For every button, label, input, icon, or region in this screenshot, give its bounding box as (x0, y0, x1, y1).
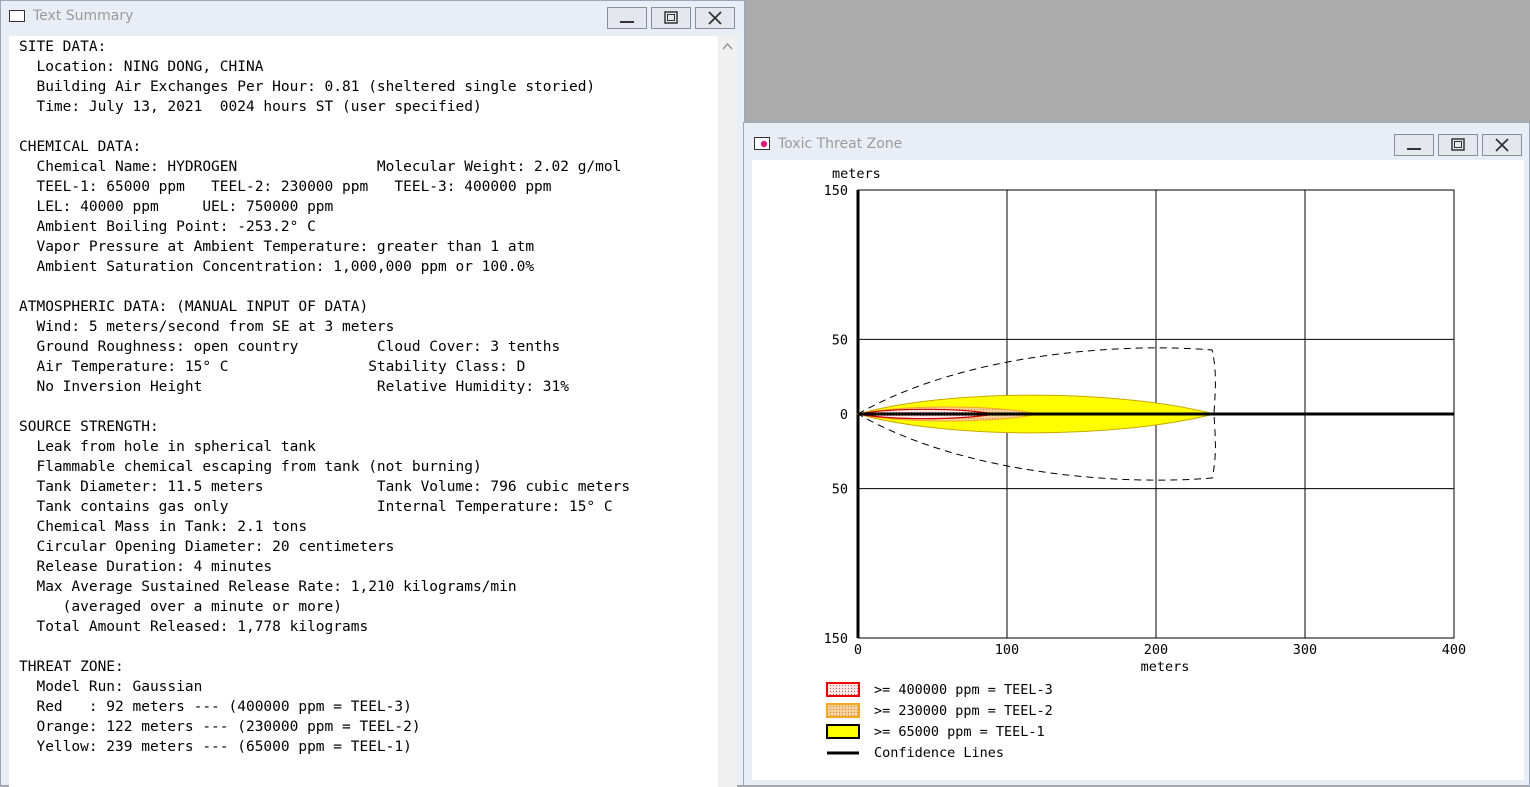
threat-zone-plot: meters meters 0 100 200 300 400 150 50 0 50 150 >… (824, 166, 1467, 761)
summary-line: Wind: 5 meters/second from SE at 3 meter… (19, 319, 395, 335)
legend-label: >= 400000 ppm = TEEL-3 (874, 682, 1053, 698)
summary-line: Max Average Sustained Release Rate: 1,21… (19, 579, 517, 595)
y-tick-label: 150 (824, 631, 848, 647)
window-icon (9, 10, 25, 22)
threat-zone-title: Toxic Threat Zone (778, 136, 903, 152)
summary-line: SOURCE STRENGTH: (19, 419, 159, 435)
scroll-up-icon[interactable] (718, 36, 737, 56)
summary-line: LEL: 40000 ppm UEL: 750000 ppm (19, 199, 334, 215)
summary-line: Tank contains gas only Internal Temperat… (19, 499, 613, 515)
y-tick-label: 0 (840, 407, 848, 423)
summary-line: Vapor Pressure at Ambient Temperature: g… (19, 239, 535, 255)
summary-line: Building Air Exchanges Per Hour: 0.81 (s… (19, 79, 596, 95)
x-tick-label: 200 (1144, 642, 1168, 658)
text-summary-title: Text Summary (33, 8, 134, 24)
x-tick-label: 100 (995, 642, 1019, 658)
legend-label: Confidence Lines (874, 745, 1004, 761)
summary-line: Red : 92 meters --- (400000 ppm = TEEL-3… (19, 699, 412, 715)
summary-line: Flammable chemical escaping from tank (n… (19, 459, 482, 475)
y-tick-label: 150 (824, 183, 848, 199)
summary-line: Orange: 122 meters --- (230000 ppm = TEE… (19, 719, 421, 735)
summary-line: Circular Opening Diameter: 20 centimeter… (19, 539, 395, 555)
summary-line: Ambient Saturation Concentration: 1,000,… (19, 259, 535, 275)
minimize-button[interactable] (607, 7, 647, 29)
summary-line (19, 117, 630, 137)
summary-line: Model Run: Gaussian (19, 679, 203, 695)
summary-line: Ground Roughness: open country Cloud Cov… (19, 339, 561, 355)
legend-label: >= 65000 ppm = TEEL-1 (874, 724, 1045, 740)
maximize-button[interactable] (1438, 134, 1478, 156)
summary-line: Ambient Boiling Point: -253.2° C (19, 219, 316, 235)
summary-line: Release Duration: 4 minutes (19, 559, 273, 575)
close-icon (1495, 138, 1509, 152)
close-button[interactable] (695, 7, 735, 29)
summary-line: Time: July 13, 2021 0024 hours ST (user … (19, 99, 482, 115)
summary-line: Yellow: 239 meters --- (65000 ppm = TEEL… (19, 739, 412, 755)
summary-line: Chemical Name: HYDROGEN Molecular Weight… (19, 159, 622, 175)
summary-line: Chemical Mass in Tank: 2.1 tons (19, 519, 308, 535)
legend-swatch (826, 682, 860, 697)
close-button[interactable] (1482, 134, 1522, 156)
summary-line (19, 277, 630, 297)
summary-content: SITE DATA: Location: NING DONG, CHINA Bu… (9, 36, 718, 787)
legend-label: >= 230000 ppm = TEEL-2 (874, 703, 1053, 719)
close-icon (708, 11, 722, 25)
x-axis-label: meters (1141, 659, 1190, 675)
text-summary-window: Text Summary SITE DATA: Location: NING D… (0, 0, 745, 787)
legend-swatch (826, 724, 860, 739)
summary-line: Leak from hole in spherical tank (19, 439, 316, 455)
maximize-icon (1451, 138, 1465, 151)
summary-line: THREAT ZONE: (19, 659, 124, 675)
threat-zone-titlebar[interactable]: Toxic Threat Zone (744, 123, 1529, 156)
x-tick-label: 400 (1442, 642, 1466, 658)
summary-text: SITE DATA: Location: NING DONG, CHINA Bu… (19, 37, 630, 757)
y-tick-label: 50 (832, 332, 848, 348)
summary-line: (averaged over a minute or more) (19, 599, 343, 615)
summary-line: Tank Diameter: 11.5 meters Tank Volume: … (19, 479, 631, 495)
summary-line: TEEL-1: 65000 ppm TEEL-2: 230000 ppm TEE… (19, 179, 552, 195)
maximize-icon (664, 11, 678, 24)
minimize-icon (1407, 148, 1421, 150)
threat-zone-icon (754, 137, 770, 150)
summary-line: No Inversion Height Relative Humidity: 3… (19, 379, 569, 395)
text-summary-titlebar[interactable]: Text Summary (1, 1, 744, 31)
x-tick-label: 300 (1293, 642, 1317, 658)
summary-line: Location: NING DONG, CHINA (19, 59, 264, 75)
summary-line: Total Amount Released: 1,778 kilograms (19, 619, 369, 635)
legend-swatch (826, 703, 860, 718)
summary-line (19, 397, 630, 417)
threat-zone-content: meters meters 0 100 200 300 400 150 50 0 50 150 >… (752, 160, 1524, 780)
summary-line: ATMOSPHERIC DATA: (MANUAL INPUT OF DATA) (19, 299, 369, 315)
toxic-threat-zone-window: Toxic Threat Zone meters meters 0 100 20… (743, 122, 1530, 786)
summary-line: SITE DATA: (19, 39, 107, 55)
maximize-button[interactable] (651, 7, 691, 29)
summary-line: Air Temperature: 15° C Stability Class: … (19, 359, 526, 375)
y-tick-label: 50 (832, 482, 848, 498)
x-tick-label: 0 (854, 642, 862, 658)
minimize-button[interactable] (1394, 134, 1434, 156)
summary-line: CHEMICAL DATA: (19, 139, 142, 155)
summary-scrollbar[interactable] (718, 36, 737, 787)
summary-line (19, 637, 630, 657)
minimize-icon (620, 21, 634, 23)
y-axis-label: meters (832, 166, 881, 182)
